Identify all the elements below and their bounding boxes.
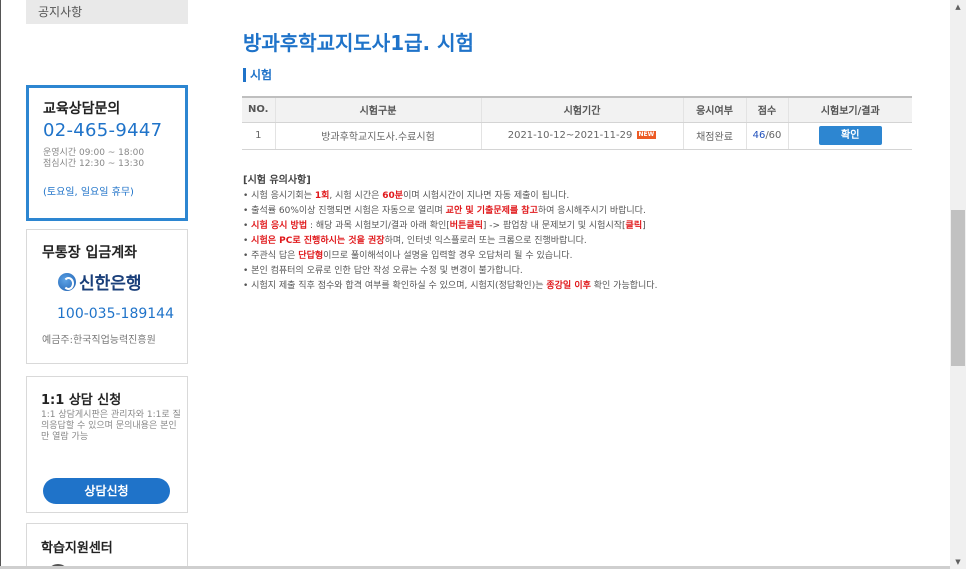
qa-title: 1:1 상담 신청 — [41, 393, 122, 408]
bank-logo: 신한은행 — [58, 269, 142, 294]
consult-hours-lunch: 점심시간 12:30 ~ 13:30 — [43, 159, 145, 169]
consult-title: 교육상담문의 — [43, 101, 121, 117]
exam-table: NO. 시험구분 시험기간 응시여부 점수 시험보기/결과 1 방과후학교지도사… — [242, 96, 912, 150]
consult-hours-operation: 운영시간 09:00 ~ 18:00 — [43, 148, 145, 158]
consult-hours: 운영시간 09:00 ~ 18:00 점심시간 12:30 ~ 13:30 — [43, 148, 144, 170]
support-center-box[interactable]: 학습지원센터 — [26, 523, 188, 569]
consult-holiday: (토요일, 일요일 휴무) — [43, 187, 134, 198]
cell-score: 46/60 — [745, 122, 788, 150]
note-line: • 본인 컴퓨터의 오류로 인한 답안 작성 오류는 수정 및 변경이 불가합니… — [243, 266, 523, 276]
col-header-category: 시험구분 — [274, 96, 481, 123]
note-line: • 시험지 제출 직후 점수와 합격 여부를 확인하실 수 있으며, 시험지(정… — [243, 281, 658, 291]
section-marker — [243, 67, 246, 82]
scroll-down-icon[interactable]: ▼ — [950, 555, 966, 569]
confirm-button[interactable]: 확인 — [818, 126, 882, 145]
period-text: 2021-10-12~2021-11-29 — [507, 130, 633, 141]
qa-description: 1:1 상담게시판은 관리자와 1:1로 질의응답할 수 있으며 문의내용은 본… — [41, 410, 181, 442]
cell-status: 채점완료 — [682, 122, 746, 150]
bank-account-box: 무통장 입금계좌 신한은행 100-035-189144 예금주:한국직업능력진… — [26, 229, 188, 364]
scrollbar-thumb[interactable] — [951, 210, 965, 366]
support-center-title: 학습지원센터 — [41, 541, 113, 556]
col-header-status: 응시여부 — [682, 96, 746, 123]
consult-info-box: 교육상담문의 02-465-9447 운영시간 09:00 ~ 18:00 점심… — [26, 85, 188, 221]
consult-phone: 02-465-9447 — [43, 120, 163, 141]
col-header-period: 시험기간 — [480, 96, 683, 123]
score-value: 46 — [752, 130, 766, 141]
col-header-no: NO. — [242, 96, 275, 123]
shinhan-bank-icon — [58, 272, 76, 291]
cell-period: 2021-10-12~2021-11-29 NEW — [480, 122, 683, 150]
exam-notes: [시험 유의사항] • 시험 응시기회는 1회, 시험 시간은 60분이며 시험… — [243, 173, 657, 294]
cell-no: 1 — [242, 122, 275, 150]
notice-tab[interactable]: 공지사항 — [26, 0, 188, 24]
bank-title: 무통장 입금계좌 — [42, 245, 138, 261]
notice-tab-label: 공지사항 — [38, 5, 83, 19]
cell-category: 방과후학교지도사.수료시험 — [274, 122, 481, 150]
note-line: • 시험은 PC로 진행하시는 것을 권장하며, 인터넷 익스플로러 또는 크롬… — [243, 236, 587, 246]
new-badge: NEW — [636, 131, 657, 139]
qa-request-box: 1:1 상담 신청 1:1 상담게시판은 관리자와 1:1로 질의응답할 수 있… — [26, 376, 188, 513]
table-row: 1 방과후학교지도사.수료시험 2021-10-12~2021-11-29 NE… — [242, 122, 912, 150]
score-total: /60 — [765, 130, 782, 141]
col-header-score: 점수 — [745, 96, 788, 123]
cell-action: 확인 — [787, 122, 912, 150]
note-line: • 시험 응시 방법 : 해당 과목 시험보기/결과 아래 확인[버튼클릭] -… — [243, 221, 646, 231]
vertical-scrollbar[interactable]: ▲ ▼ — [950, 0, 966, 569]
bank-name: 신한은행 — [79, 274, 142, 294]
col-header-action: 시험보기/결과 — [787, 96, 912, 123]
scroll-up-icon[interactable]: ▲ — [950, 0, 966, 14]
note-line: • 주관식 답은 단답형이므로 풀이해석이나 설명을 입력할 경우 오답처리 될… — [243, 251, 573, 261]
note-line: • 시험 응시기회는 1회, 시험 시간은 60분이며 시험시간이 지나면 자동… — [243, 191, 570, 201]
page-title: 방과후학교지도사1급. 시험 — [243, 31, 474, 55]
section-label: 시험 — [243, 66, 272, 83]
exam-table-header-row: NO. 시험구분 시험기간 응시여부 점수 시험보기/결과 — [242, 96, 912, 123]
bank-account-holder: 예금주:한국직업능력진흥원 — [42, 335, 156, 346]
note-line: • 출석률 60%이상 진행되면 시험은 자동으로 열리며 교안 및 기출문제를… — [243, 206, 646, 216]
window-left-border — [0, 0, 1, 569]
qa-request-button[interactable]: 상담신청 — [43, 478, 170, 504]
bank-account-number: 100-035-189144 — [57, 306, 174, 322]
notes-title: [시험 유의사항] — [243, 175, 311, 186]
section-label-text: 시험 — [250, 68, 273, 82]
